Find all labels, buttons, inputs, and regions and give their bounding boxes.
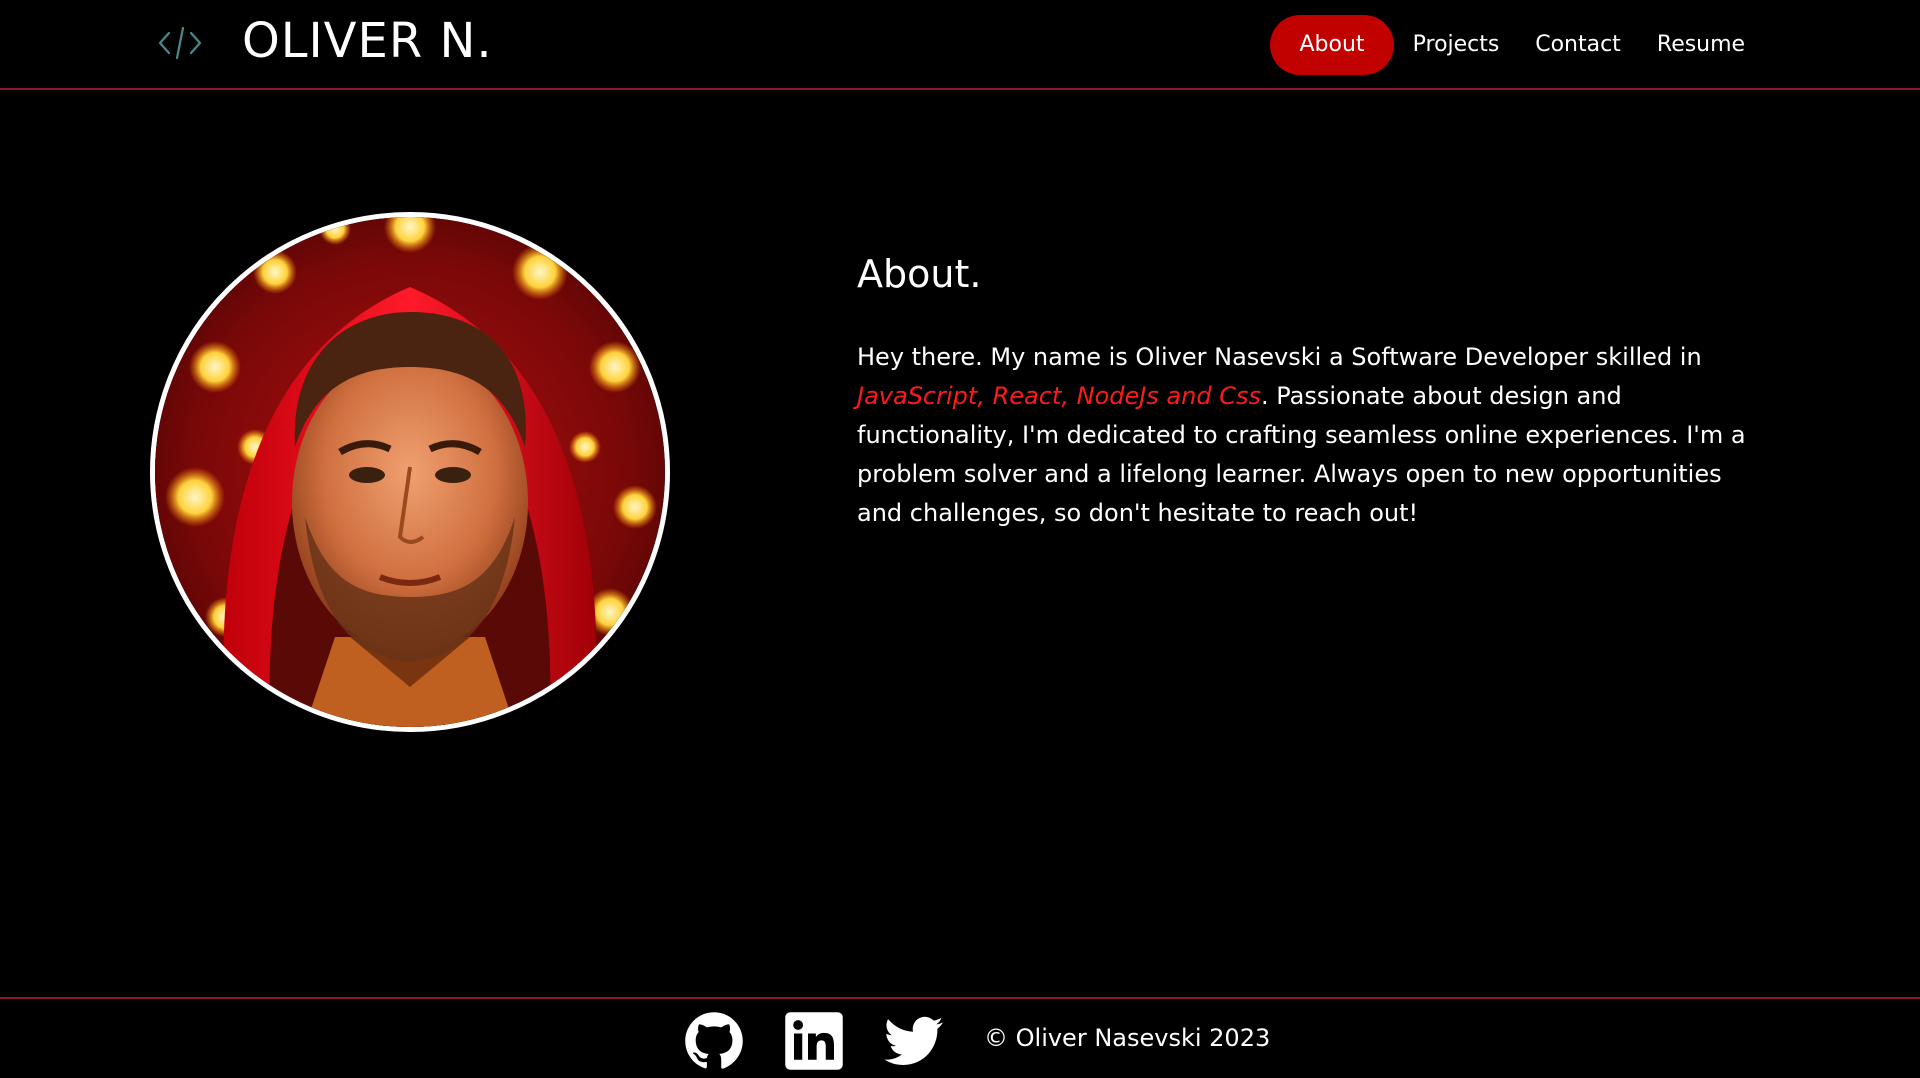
- about-paragraph: Hey there. My name is Oliver Nasevski a …: [857, 338, 1757, 533]
- nav-resume[interactable]: Resume: [1652, 15, 1750, 75]
- code-brackets-icon[interactable]: [158, 24, 202, 62]
- nav-projects[interactable]: Projects: [1404, 15, 1508, 75]
- site-footer: © Oliver Nasevski 2023: [0, 997, 1920, 1078]
- nav-contact[interactable]: Contact: [1528, 15, 1628, 75]
- profile-avatar: [150, 212, 670, 732]
- about-intro-text: Hey there. My name is Oliver Nasevski a …: [857, 343, 1702, 371]
- site-logo-text[interactable]: OLIVER N.: [242, 12, 493, 70]
- copyright-text: © Oliver Nasevski 2023: [984, 1024, 1271, 1052]
- twitter-icon[interactable]: [884, 1011, 944, 1071]
- about-skills-text: JavaScript, React, NodeJs and Css: [857, 382, 1261, 410]
- site-header: OLIVER N. About Projects Contact Resume: [0, 0, 1920, 90]
- nav-about[interactable]: About: [1270, 15, 1394, 75]
- profile-portrait-image: [155, 217, 665, 727]
- portfolio-page: OLIVER N. About Projects Contact Resume: [0, 0, 1920, 1078]
- about-heading: About.: [857, 252, 982, 296]
- github-icon[interactable]: [684, 1011, 744, 1071]
- linkedin-icon[interactable]: [784, 1011, 844, 1071]
